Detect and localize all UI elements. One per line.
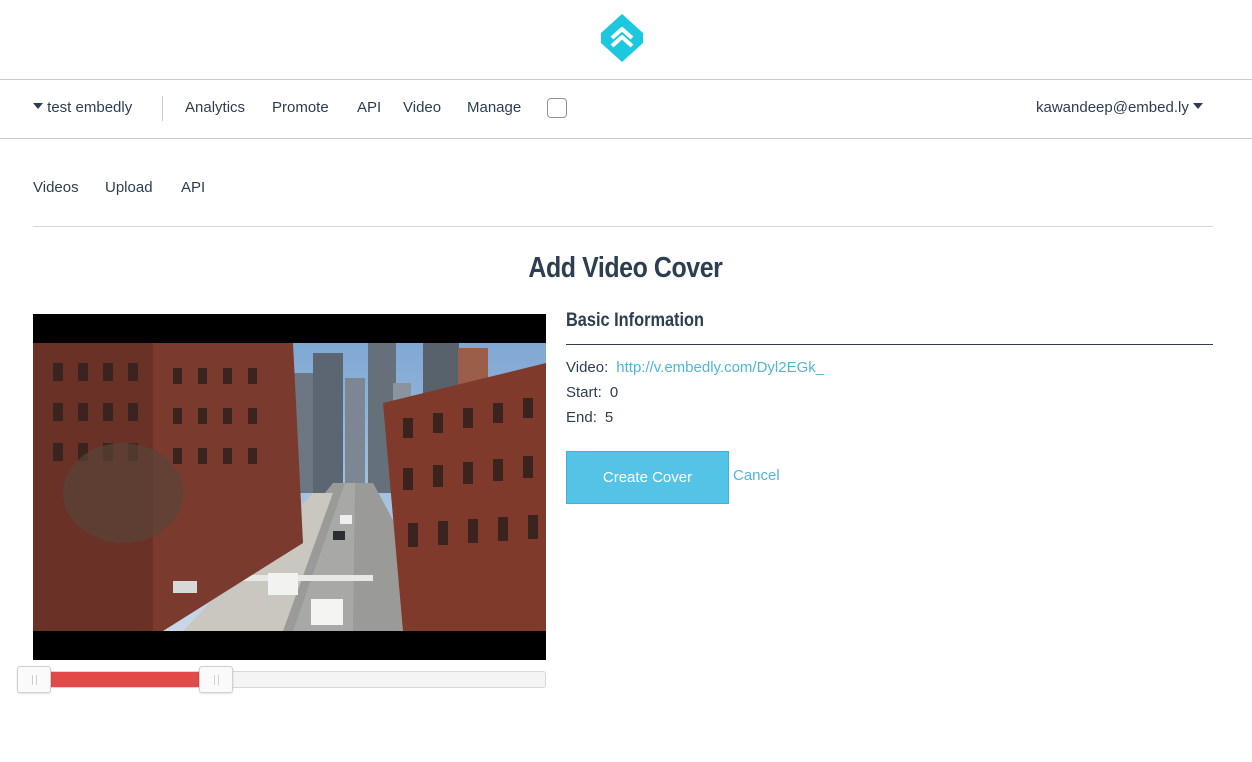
app-selector-label: test embedly: [47, 99, 133, 116]
nav-divider: [162, 96, 163, 121]
user-email: kawandeep@embed.ly: [1036, 99, 1189, 116]
subnav-divider: [33, 226, 1213, 227]
nav-checkbox[interactable]: [547, 98, 567, 118]
logo-bar: [0, 0, 1252, 80]
video-label: Video:: [566, 359, 609, 376]
video-url-link[interactable]: http://v.embedly.com/Dyl2EGk_: [616, 359, 824, 376]
subnav-item-videos[interactable]: Videos: [33, 179, 79, 197]
caret-down-icon: [33, 103, 43, 110]
info-video-row: Video: http://v.embedly.com/Dyl2EGk_: [566, 359, 824, 377]
section-divider: [566, 344, 1213, 345]
app-selector[interactable]: test embedly: [33, 99, 132, 117]
subnav-item-api[interactable]: API: [181, 179, 205, 197]
caret-down-icon: [1193, 103, 1203, 110]
video-frame: [33, 343, 546, 631]
range-end-handle[interactable]: [199, 666, 233, 693]
nav-item-analytics[interactable]: Analytics: [185, 99, 245, 117]
top-nav: test embedly Analytics Promote API Video…: [0, 80, 1252, 139]
start-value: 0: [609, 384, 619, 401]
info-start-row: Start: 0: [566, 384, 618, 402]
nav-item-promote[interactable]: Promote: [272, 99, 329, 117]
cancel-link[interactable]: Cancel: [733, 467, 780, 485]
embedly-logo-icon[interactable]: [598, 12, 646, 64]
nav-item-video[interactable]: Video: [403, 99, 441, 117]
end-value: 5: [604, 409, 614, 426]
nav-item-api[interactable]: API: [357, 99, 381, 117]
end-label: End:: [566, 409, 597, 426]
video-preview[interactable]: [33, 314, 546, 660]
nav-item-manage[interactable]: Manage: [467, 99, 521, 117]
clip-range-selection: [50, 672, 216, 687]
create-cover-button[interactable]: Create Cover: [566, 451, 729, 504]
section-heading: Basic Information: [566, 310, 705, 331]
user-menu[interactable]: kawandeep@embed.ly: [1036, 99, 1203, 117]
subnav-item-upload[interactable]: Upload: [105, 179, 153, 197]
start-label: Start:: [566, 384, 602, 401]
city-street-scene: [33, 343, 546, 631]
info-end-row: End: 5: [566, 409, 613, 427]
range-start-handle[interactable]: [17, 666, 51, 693]
page-title: Add Video Cover: [528, 252, 723, 284]
